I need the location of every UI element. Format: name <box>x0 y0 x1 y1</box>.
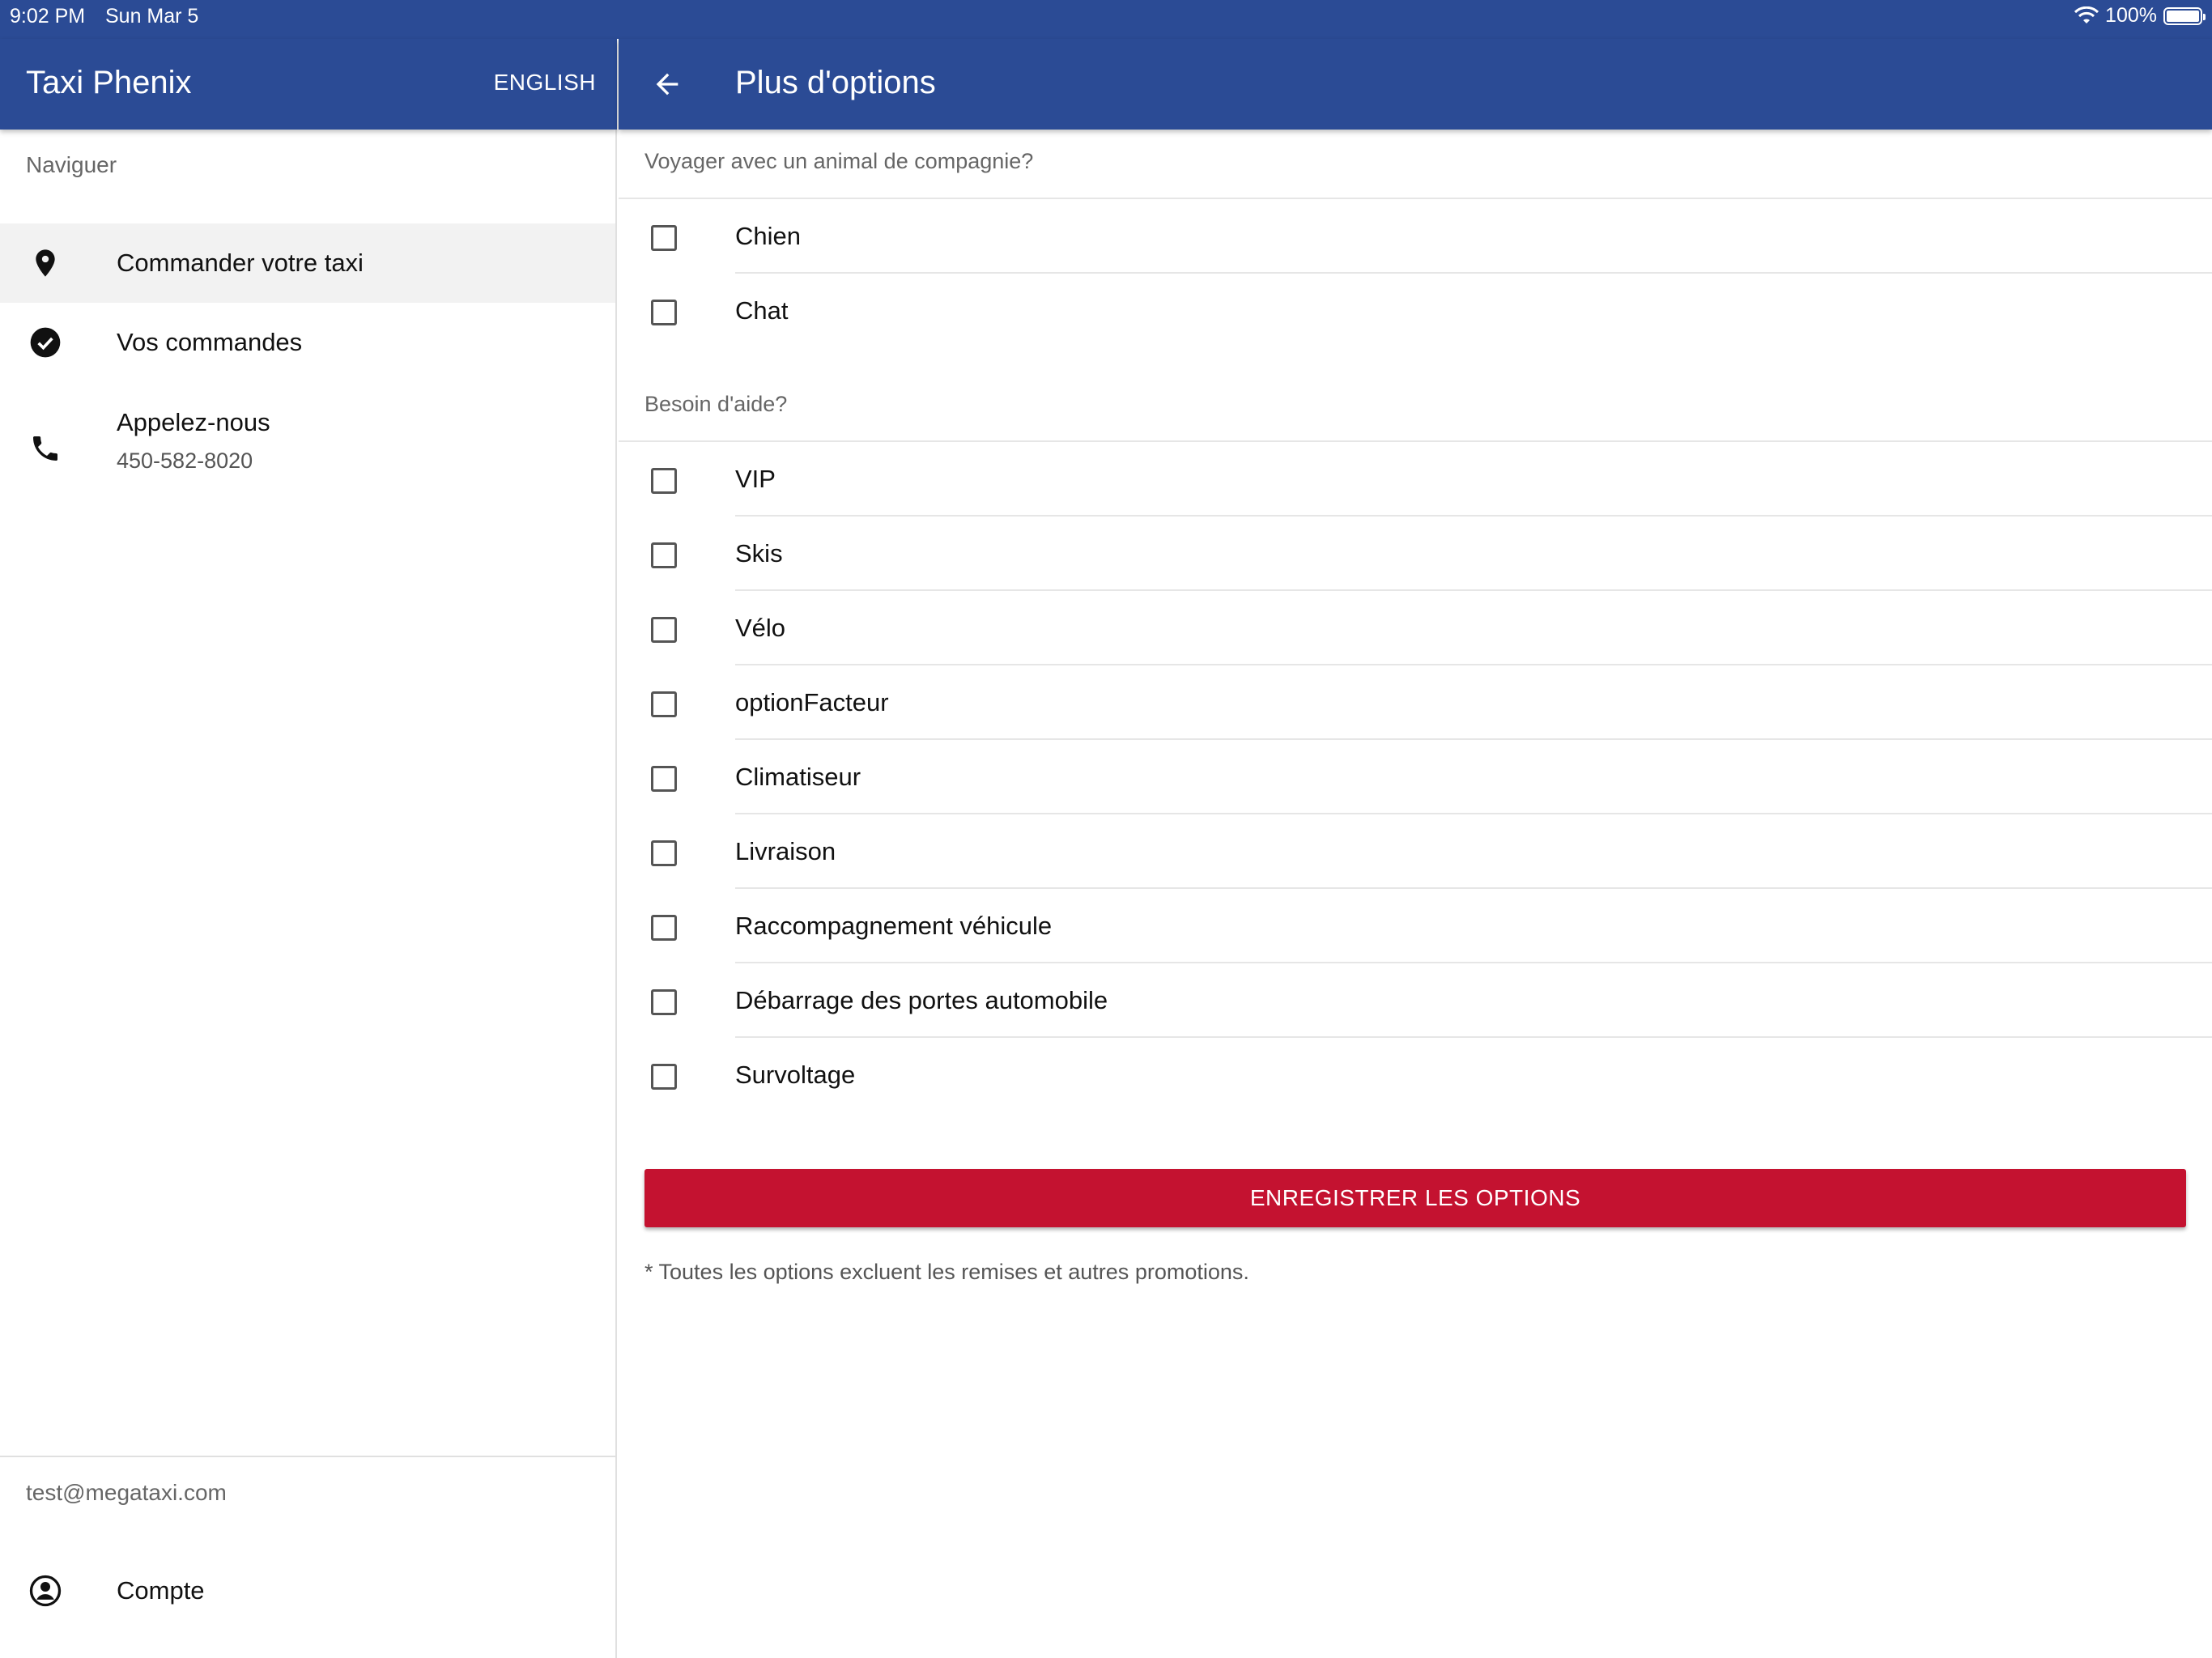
save-options-button[interactable]: ENREGISTRER LES OPTIONS <box>644 1169 2186 1227</box>
account-icon <box>29 1575 62 1607</box>
user-email: test@megataxi.com <box>26 1480 227 1505</box>
options-header: Plus d'options <box>619 39 2212 130</box>
page-title: Plus d'options <box>735 65 936 100</box>
options-footnote: * Toutes les options excluent les remise… <box>644 1260 1249 1284</box>
option-checkbox[interactable] <box>651 300 677 325</box>
nav-item-order-taxi[interactable]: Commander votre taxi <box>0 223 615 303</box>
option-row-facteur[interactable]: optionFacteur <box>619 665 2212 740</box>
battery-percent: 100% <box>2105 4 2157 27</box>
options-panel: Plus d'options Voyager avec un animal de… <box>619 39 2212 1658</box>
option-row-raccompagnement[interactable]: Raccompagnement véhicule <box>619 889 2212 963</box>
drawer-divider <box>0 1456 615 1457</box>
option-label: Vélo <box>735 614 786 642</box>
option-row-vip[interactable]: VIP <box>619 442 2212 517</box>
battery-icon <box>2163 6 2206 25</box>
navigation-drawer: Taxi Phenix ENGLISH Naviguer Commander v… <box>0 39 617 1658</box>
nav-item-label: Appelez-nous <box>117 408 270 436</box>
option-row-livraison[interactable]: Livraison <box>619 814 2212 889</box>
nav-item-label: Vos commandes <box>117 328 303 356</box>
option-checkbox[interactable] <box>651 225 677 251</box>
option-row-survoltage[interactable]: Survoltage <box>619 1038 2212 1112</box>
option-checkbox[interactable] <box>651 691 677 717</box>
option-label: Débarrage des portes automobile <box>735 986 1108 1014</box>
phone-icon <box>33 436 57 461</box>
language-button[interactable]: ENGLISH <box>494 70 596 96</box>
nav-item-label: Compte <box>117 1576 205 1605</box>
option-row-skis[interactable]: Skis <box>619 517 2212 591</box>
location-pin-icon <box>36 249 55 277</box>
help-section-label: Besoin d'aide? <box>644 392 788 416</box>
option-row-chat[interactable]: Chat <box>619 274 2212 348</box>
option-label: optionFacteur <box>735 688 889 716</box>
option-label: Chien <box>735 222 801 250</box>
option-label: Skis <box>735 539 783 568</box>
option-checkbox[interactable] <box>651 766 677 792</box>
pets-section-label: Voyager avec un animal de compagnie? <box>644 149 1034 173</box>
option-checkbox[interactable] <box>651 915 677 941</box>
option-label: Chat <box>735 296 789 325</box>
option-row-velo[interactable]: Vélo <box>619 591 2212 665</box>
option-checkbox[interactable] <box>651 1064 677 1090</box>
status-right: 100% <box>2074 4 2206 28</box>
option-checkbox[interactable] <box>651 989 677 1015</box>
nav-item-call-us[interactable]: Appelez-nous 450-582-8020 <box>0 400 615 497</box>
option-row-debarrage[interactable]: Débarrage des portes automobile <box>619 963 2212 1038</box>
option-checkbox[interactable] <box>651 542 677 568</box>
option-label: VIP <box>735 465 776 493</box>
status-time: 9:02 PM <box>10 5 86 28</box>
status-date: Sun Mar 5 <box>105 5 199 28</box>
nav-item-label: Commander votre taxi <box>117 249 364 277</box>
option-row-climatiseur[interactable]: Climatiseur <box>619 740 2212 814</box>
drawer-header: Taxi Phenix ENGLISH <box>0 39 617 130</box>
option-checkbox[interactable] <box>651 617 677 643</box>
nav-item-account[interactable]: Compte <box>0 1551 615 1630</box>
nav-section-label: Naviguer <box>26 152 117 177</box>
nav-item-orders[interactable]: Vos commandes <box>0 303 615 382</box>
option-checkbox[interactable] <box>651 840 677 866</box>
option-label: Survoltage <box>735 1061 856 1089</box>
option-row-chien[interactable]: Chien <box>619 199 2212 274</box>
phone-number: 450-582-8020 <box>117 449 253 473</box>
wifi-icon <box>2074 6 2099 23</box>
app-title: Taxi Phenix <box>26 65 192 100</box>
check-circle-icon <box>30 327 61 358</box>
back-arrow-icon[interactable] <box>651 68 683 100</box>
option-label: Raccompagnement véhicule <box>735 912 1053 940</box>
status-bar: 9:02 PM Sun Mar 5 100% <box>0 0 2212 39</box>
option-label: Livraison <box>735 837 836 865</box>
option-label: Climatiseur <box>735 763 861 791</box>
option-checkbox[interactable] <box>651 468 677 494</box>
